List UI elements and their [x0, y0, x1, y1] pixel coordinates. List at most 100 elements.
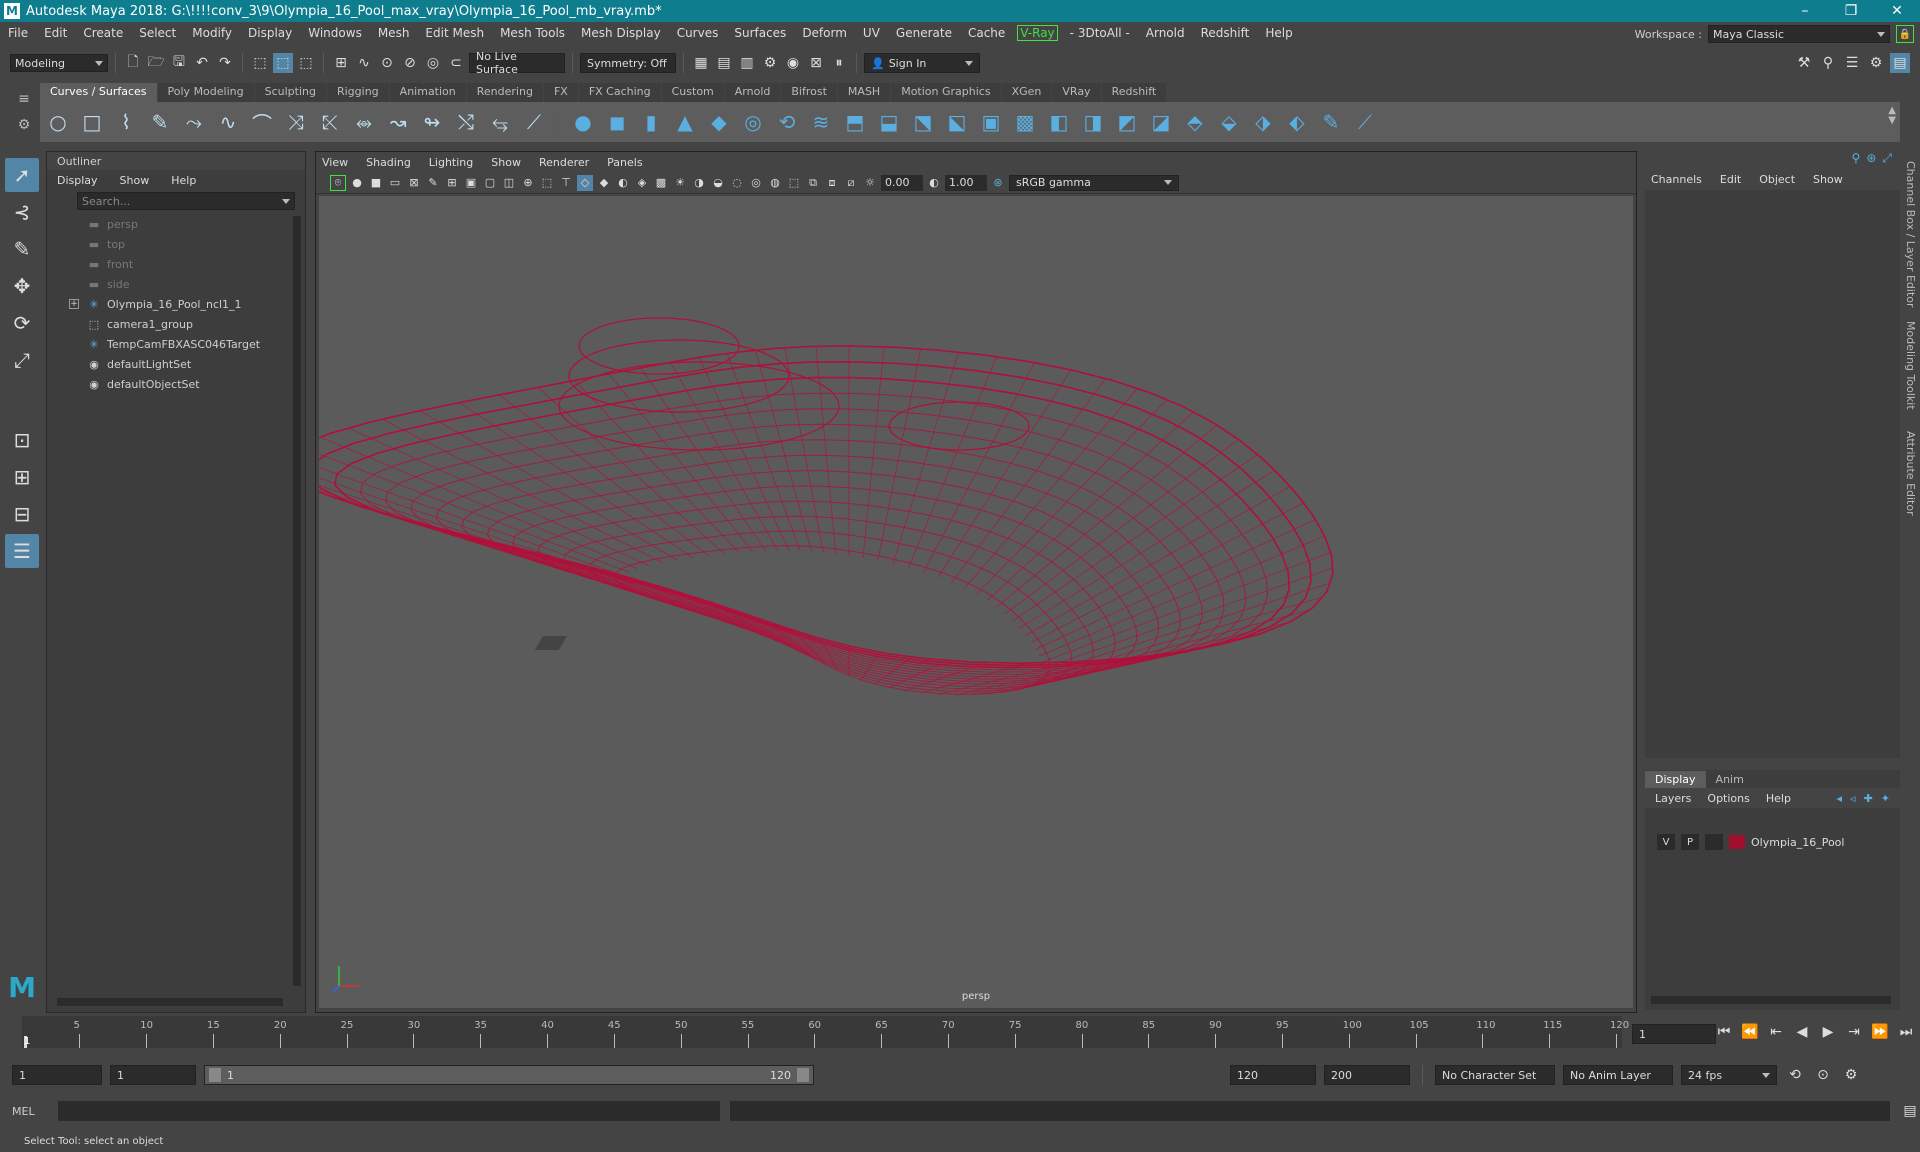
go-to-start-icon[interactable]: ⏮: [1714, 1022, 1734, 1042]
curve-fillet-icon[interactable]: ⟋: [520, 108, 548, 136]
planar-icon[interactable]: ⬒: [841, 108, 869, 136]
command-input[interactable]: [58, 1101, 720, 1121]
camera-attributes-icon[interactable]: ●: [349, 175, 365, 191]
shelf-tab-motion-graphics[interactable]: Motion Graphics: [891, 83, 1001, 102]
open-scene-icon[interactable]: 🗁: [146, 53, 166, 73]
layer-tab-display[interactable]: Display: [1645, 771, 1706, 788]
isolate-select-icon[interactable]: ⬚: [786, 175, 802, 191]
wireframe-on-shaded-icon[interactable]: ◈: [634, 175, 650, 191]
xray-joints-icon[interactable]: ⧈: [824, 175, 840, 191]
range-start-handle[interactable]: [209, 1068, 221, 1082]
play-backwards-icon[interactable]: ◀: [1792, 1022, 1812, 1042]
new-layer-selected-icon[interactable]: ✦: [1881, 792, 1890, 805]
go-to-end-icon[interactable]: ⏭: [1896, 1022, 1916, 1042]
color-space-dropdown[interactable]: sRGB gamma: [1009, 174, 1179, 191]
menu-mesh-display[interactable]: Mesh Display: [573, 26, 669, 40]
use-default-material-icon[interactable]: ◐: [615, 175, 631, 191]
mode-dropdown[interactable]: Modeling: [10, 54, 108, 72]
outliner-item[interactable]: ✳ TempCamFBXASC046Target: [47, 334, 305, 354]
shelf-tab-vray[interactable]: VRay: [1052, 83, 1101, 102]
channel-menu-edit[interactable]: Edit: [1720, 173, 1741, 186]
nurbs-sphere-icon[interactable]: ●: [569, 108, 597, 136]
nurbs-square-icon[interactable]: □: [78, 108, 106, 136]
safe-title-icon[interactable]: ⊤: [558, 175, 574, 191]
shelf-tab-rigging[interactable]: Rigging: [326, 83, 389, 102]
field-chart-icon[interactable]: ⊕: [520, 175, 536, 191]
shelf-tab-redshift[interactable]: Redshift: [1101, 83, 1167, 102]
undo-icon[interactable]: ↶: [192, 53, 212, 73]
menu-3dtoall[interactable]: - 3DtoAll -: [1062, 26, 1138, 40]
gamma-field[interactable]: 1.00: [945, 174, 987, 191]
play-forwards-icon[interactable]: ▶: [1818, 1022, 1838, 1042]
channel-menu-show[interactable]: Show: [1813, 173, 1843, 186]
film-gate-icon[interactable]: ▣: [463, 175, 479, 191]
attach-surface-icon[interactable]: ⬙: [1215, 108, 1243, 136]
menu-vray[interactable]: V-Ray: [1017, 25, 1058, 41]
smooth-shade-icon[interactable]: ◆: [596, 175, 612, 191]
auto-key-icon[interactable]: ⊙: [1813, 1065, 1833, 1085]
sign-in-button[interactable]: 👤 Sign In: [864, 53, 980, 73]
use-all-lights-icon[interactable]: ☀: [672, 175, 688, 191]
snap-live-icon[interactable]: ◎: [423, 53, 443, 73]
exposure-field[interactable]: 0.00: [881, 174, 923, 191]
menu-deform[interactable]: Deform: [794, 26, 855, 40]
shelf-tab-fx[interactable]: FX: [543, 83, 578, 102]
move-tool-icon[interactable]: ✥: [5, 269, 39, 303]
safe-action-icon[interactable]: ⬚: [539, 175, 555, 191]
resolution-gate-icon[interactable]: ▢: [482, 175, 498, 191]
textured-icon[interactable]: ▩: [653, 175, 669, 191]
curve-offset-icon[interactable]: ↬: [418, 108, 446, 136]
trim-tool-icon[interactable]: ◪: [1147, 108, 1175, 136]
single-perspective-layout-icon[interactable]: ⊡: [5, 423, 39, 457]
pause-render-icon[interactable]: ⏸: [829, 53, 849, 73]
extrude-icon[interactable]: ⬓: [875, 108, 903, 136]
range-end-handle[interactable]: [797, 1068, 809, 1082]
shelf-tab-sculpting[interactable]: Sculpting: [254, 83, 326, 102]
paint-select-tool-icon[interactable]: ✎: [5, 232, 39, 266]
animation-start-field[interactable]: 1: [12, 1065, 102, 1085]
arc-tool-icon[interactable]: ⌒: [248, 108, 276, 136]
layer-menu-options[interactable]: Options: [1707, 792, 1749, 805]
four-view-layout-icon[interactable]: ⊞: [5, 460, 39, 494]
outliner-menu-show[interactable]: Show: [120, 174, 150, 187]
shelf-tab-custom[interactable]: Custom: [661, 83, 724, 102]
bevel-plus-icon[interactable]: ⬕: [943, 108, 971, 136]
outliner-item[interactable]: ◉ defaultLightSet: [47, 354, 305, 374]
menu-mesh-tools[interactable]: Mesh Tools: [492, 26, 573, 40]
shelf-scroll[interactable]: ▲ ▼: [1888, 106, 1896, 126]
scale-tool-icon[interactable]: ⤢: [5, 343, 39, 377]
render-frame-icon[interactable]: ▤: [714, 53, 734, 73]
motion-blur-icon[interactable]: ◌: [729, 175, 745, 191]
hypershade-icon[interactable]: ◉: [783, 53, 803, 73]
curve-extend-icon[interactable]: ↝: [384, 108, 412, 136]
layer-playback-toggle[interactable]: P: [1681, 834, 1699, 850]
step-back-frame-icon[interactable]: ⏪: [1740, 1022, 1760, 1042]
nurbs-cube-icon[interactable]: ◼: [603, 108, 631, 136]
nurbs-torus-icon[interactable]: ◎: [739, 108, 767, 136]
animation-preferences-icon[interactable]: ⚙: [1841, 1065, 1861, 1085]
bookmark-icon[interactable]: ■: [368, 175, 384, 191]
side-tab-attribute-editor[interactable]: Attribute Editor: [1904, 431, 1917, 516]
shelf-settings-icon[interactable]: ⚙: [14, 112, 34, 138]
wireframe-icon[interactable]: ◇: [577, 174, 593, 191]
layer-menu-layers[interactable]: Layers: [1655, 792, 1691, 805]
render-settings-icon[interactable]: ⚙: [760, 53, 780, 73]
step-forward-key-icon[interactable]: ⇥: [1844, 1022, 1864, 1042]
layer-tab-anim[interactable]: Anim: [1706, 771, 1754, 788]
two-pane-layout-icon[interactable]: ⊟: [5, 497, 39, 531]
menu-select[interactable]: Select: [131, 26, 184, 40]
image-plane-icon[interactable]: ▭: [387, 175, 403, 191]
pencil-curve-icon[interactable]: ∿: [214, 108, 242, 136]
ep-curve-icon[interactable]: ✎: [146, 108, 174, 136]
exposure-icon[interactable]: ☼: [862, 175, 878, 191]
channel-menu-object[interactable]: Object: [1759, 173, 1795, 186]
xray-icon[interactable]: ⧉: [805, 175, 821, 191]
outliner-item[interactable]: ⬚ camera1_group: [47, 314, 305, 334]
curve-detach-icon[interactable]: ⤪: [316, 108, 344, 136]
menu-mesh[interactable]: Mesh: [370, 26, 418, 40]
tool-settings-icon[interactable]: ⚙: [1866, 53, 1886, 73]
pool-wireframe[interactable]: [319, 196, 1633, 1008]
curve-rebuild-icon[interactable]: ⤭: [452, 108, 480, 136]
snap-magnet-icon[interactable]: ⊂: [446, 53, 466, 73]
save-scene-icon[interactable]: 🖫: [169, 53, 189, 73]
